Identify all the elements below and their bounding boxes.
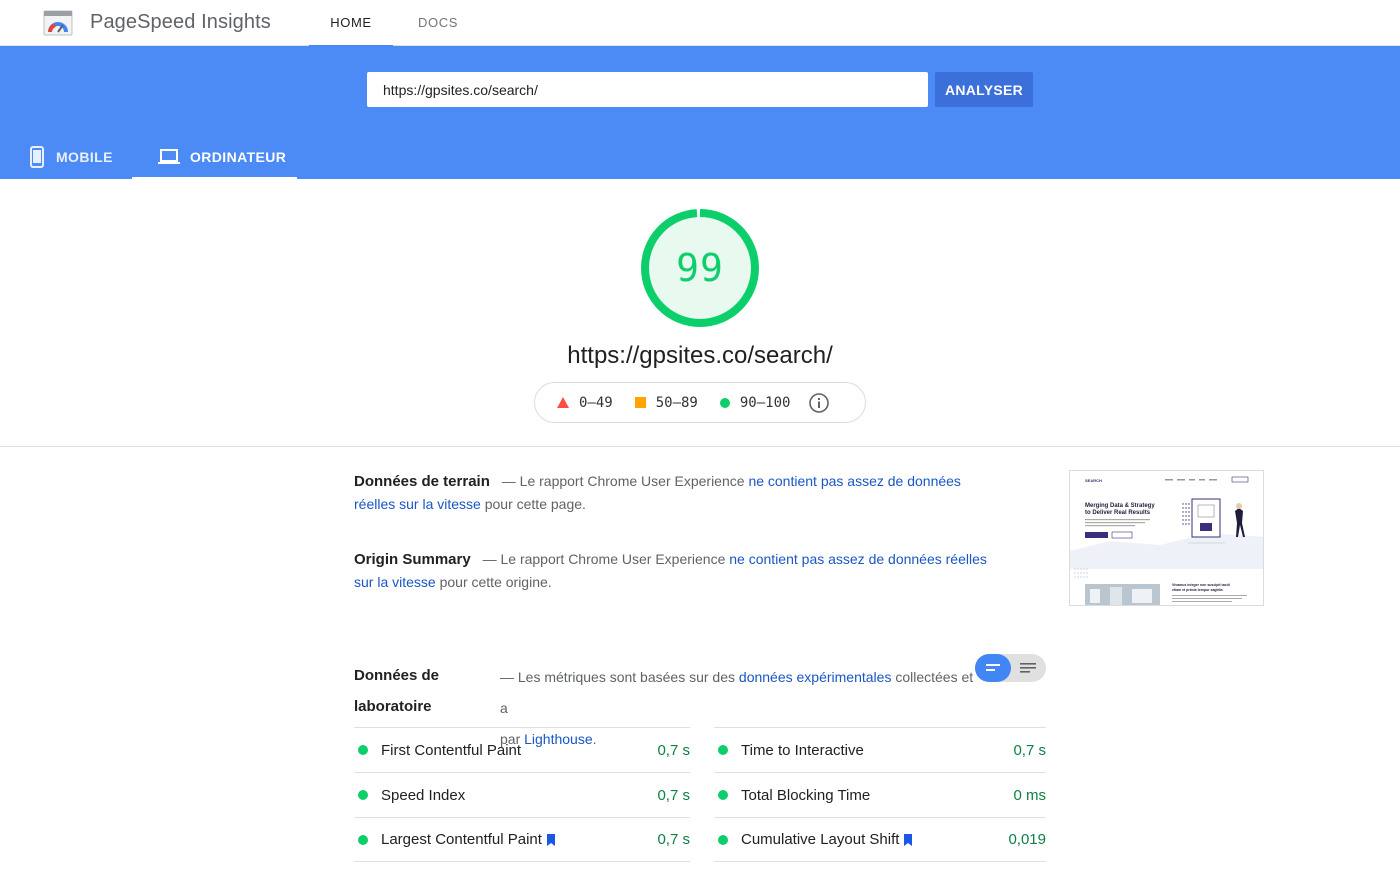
legend-fail: 0–49 (557, 395, 613, 411)
metrics-view-toggle (975, 654, 1046, 682)
pass-circle-icon (358, 790, 368, 800)
triangle-icon (557, 397, 569, 408)
tab-desktop[interactable]: ORDINATEUR (132, 134, 297, 179)
laptop-icon (158, 148, 180, 166)
metric-row: First Contentful Paint 0,7 s (354, 727, 690, 772)
metrics-column-right: Time to Interactive 0,7 s Total Blocking… (714, 727, 1046, 862)
thumbnail-brand: SEARCH (1085, 478, 1102, 483)
score-legend: 0–49 50–89 90–100 (534, 382, 866, 423)
metric-value: 0,7 s (1013, 741, 1046, 759)
field-data-section: Données de terrain — Le rapport Chrome U… (354, 470, 1004, 516)
tab-mobile[interactable]: MOBILE (28, 134, 138, 179)
field-data-text: — Le rapport Chrome User Experience (501, 473, 749, 489)
pass-circle-icon (358, 745, 368, 755)
legend-pass: 90–100 (719, 394, 791, 411)
metric-name-wrap: Cumulative Layout Shift (741, 831, 1008, 848)
metric-name: Cumulative Layout Shift (741, 831, 900, 848)
metric-value: 0 ms (1013, 786, 1046, 804)
thumbnail-headline-1: Merging Data & Strategy (1085, 503, 1155, 509)
app-title: PageSpeed Insights (90, 11, 271, 33)
expanded-view-icon (1020, 663, 1037, 673)
legend-average: 50–89 (634, 394, 698, 411)
tab-mobile-label: MOBILE (56, 148, 113, 165)
origin-summary-text: — Le rapport Chrome User Experience (482, 551, 730, 567)
metric-row: Largest Contentful Paint 0,7 s (354, 817, 690, 862)
metric-value: 0,7 s (657, 741, 690, 759)
metric-value: 0,019 (1008, 831, 1046, 848)
metric-row: Total Blocking Time 0 ms (714, 772, 1046, 817)
thumbnail-headline-2: to Deliver Real Results (1085, 510, 1151, 516)
metric-name: Total Blocking Time (741, 786, 871, 804)
page-screenshot-thumbnail: SEARCH Merging Data & Strategy to Delive… (1069, 470, 1264, 606)
nav-tab-home[interactable]: HOME (309, 0, 393, 47)
metric-value: 0,7 s (657, 831, 690, 848)
lab-data-text: — Les métriques sont basées sur des (500, 669, 739, 685)
metric-row: Speed Index 0,7 s (354, 772, 690, 817)
metrics-column-left: First Contentful Paint 0,7 s Speed Index… (354, 727, 690, 862)
thumbnail-side-text-2: etiam et primis tempor sagittis (1172, 588, 1223, 592)
compact-view-icon (985, 664, 1000, 671)
tab-desktop-label: ORDINATEUR (190, 148, 287, 165)
compact-view-button[interactable] (975, 654, 1011, 682)
metric-name: Largest Contentful Paint (381, 831, 542, 848)
metric-value: 0,7 s (657, 786, 690, 804)
core-web-vital-bookmark-icon (904, 833, 913, 846)
lab-data-heading: Données de laboratoire (354, 667, 440, 715)
field-data-suffix: pour cette page. (480, 496, 586, 512)
circle-icon (719, 397, 730, 408)
performance-score: 99 (676, 246, 724, 290)
pass-circle-icon (718, 745, 728, 755)
nav-tab-docs[interactable]: DOCS (396, 0, 480, 46)
metric-name: Speed Index (381, 786, 466, 804)
pass-circle-icon (718, 834, 728, 845)
expanded-view-button[interactable] (1011, 654, 1047, 682)
legend-fail-range: 0–49 (579, 394, 613, 411)
phone-icon (28, 145, 46, 168)
square-icon (634, 397, 646, 408)
field-data-heading: Données de terrain (354, 473, 490, 490)
analyze-button[interactable]: ANALYSER (935, 72, 1033, 107)
legend-average-range: 50–89 (655, 394, 698, 411)
metric-row: Cumulative Layout Shift 0,019 (714, 817, 1046, 862)
url-input[interactable] (367, 72, 928, 107)
pass-circle-icon (718, 790, 728, 800)
metric-name: First Contentful Paint (381, 741, 522, 759)
pagespeed-logo-icon (43, 10, 73, 36)
metric-name: Time to Interactive (741, 741, 864, 759)
top-bar: PageSpeed Insights HOME DOCS (0, 0, 1400, 47)
thumbnail-side-text-1: Vivamus integer non suscipit taciti (1172, 583, 1230, 587)
search-band: ANALYSER MOBILE ORDINATEUR (0, 46, 1400, 179)
lab-data-link[interactable]: données expérimentales (739, 669, 892, 685)
origin-summary-section: Origin Summary — Le rapport Chrome User … (354, 548, 1004, 594)
origin-summary-heading: Origin Summary (354, 551, 471, 568)
metric-name-wrap: Largest Contentful Paint (381, 831, 657, 848)
legend-pass-range: 90–100 (739, 394, 791, 411)
pass-circle-icon (358, 834, 368, 845)
core-web-vital-bookmark-icon (546, 833, 555, 846)
metric-row: Time to Interactive 0,7 s (714, 727, 1046, 772)
section-divider (0, 446, 1400, 447)
origin-summary-suffix: pour cette origine. (435, 574, 552, 590)
analyzed-url: https://gpsites.co/search/ (567, 342, 833, 369)
info-icon[interactable] (808, 392, 830, 414)
